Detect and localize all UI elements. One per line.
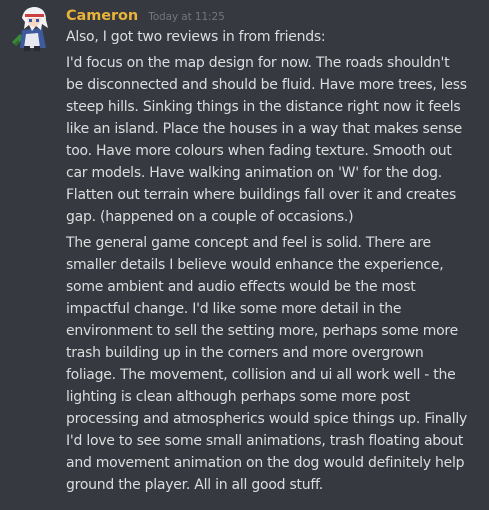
review-2-line: and movement animation on the dog would … (66, 455, 465, 471)
review-2-line: environment to sell the setting more, pe… (66, 323, 458, 339)
review-1-line: be disconnected and should be fluid. Hav… (66, 77, 467, 93)
review-1-line: car models. Have walking animation on 'W… (66, 165, 442, 181)
review-2-line: I'd love to see some small animations, t… (66, 433, 464, 449)
intro-text: Also, I got two reviews in from friends: (66, 29, 326, 45)
username[interactable]: Cameron (66, 8, 138, 24)
anime-character-avatar-icon (12, 7, 48, 51)
review-2-line: ground the player. All in all good stuff… (66, 477, 323, 493)
message-header: Cameron Today at 11:25 (66, 4, 486, 26)
review-1-line: I'd focus on the map design for now. The… (66, 55, 450, 71)
review-2-line: processing and atmospherics would spice … (66, 411, 468, 427)
avatar[interactable] (8, 4, 56, 52)
message-content: Cameron Today at 11:25 Also, I got two r… (66, 4, 486, 496)
review-1-line: steep hills. Sinking things in the dista… (66, 99, 461, 115)
review-2-line: foliage. The movement, collision and ui … (66, 367, 456, 383)
review-2-line: smaller details I believe would enhance … (66, 257, 444, 273)
review-2: The general game concept and feel is sol… (66, 232, 486, 496)
review-1: I'd focus on the map design for now. The… (66, 52, 486, 228)
chat-message: Cameron Today at 11:25 Also, I got two r… (0, 0, 489, 510)
review-2-line: some ambient and audio effects would be … (66, 279, 416, 295)
review-1-line: Flatten out terrain where buildings fall… (66, 187, 457, 203)
review-2-line: The general game concept and feel is sol… (66, 235, 431, 251)
review-1-line: like an island. Place the houses in a wa… (66, 121, 462, 137)
review-1-line: too. Have more colours when fading textu… (66, 143, 452, 159)
review-1-line: gap. (happened on a couple of occasions.… (66, 209, 354, 225)
timestamp: Today at 11:25 (148, 11, 225, 23)
review-2-line: trash building up in the corners and mor… (66, 345, 424, 361)
review-2-line: lighting is clean although perhaps some … (66, 389, 410, 405)
review-2-line: impactful change. I'd like some more det… (66, 301, 402, 317)
